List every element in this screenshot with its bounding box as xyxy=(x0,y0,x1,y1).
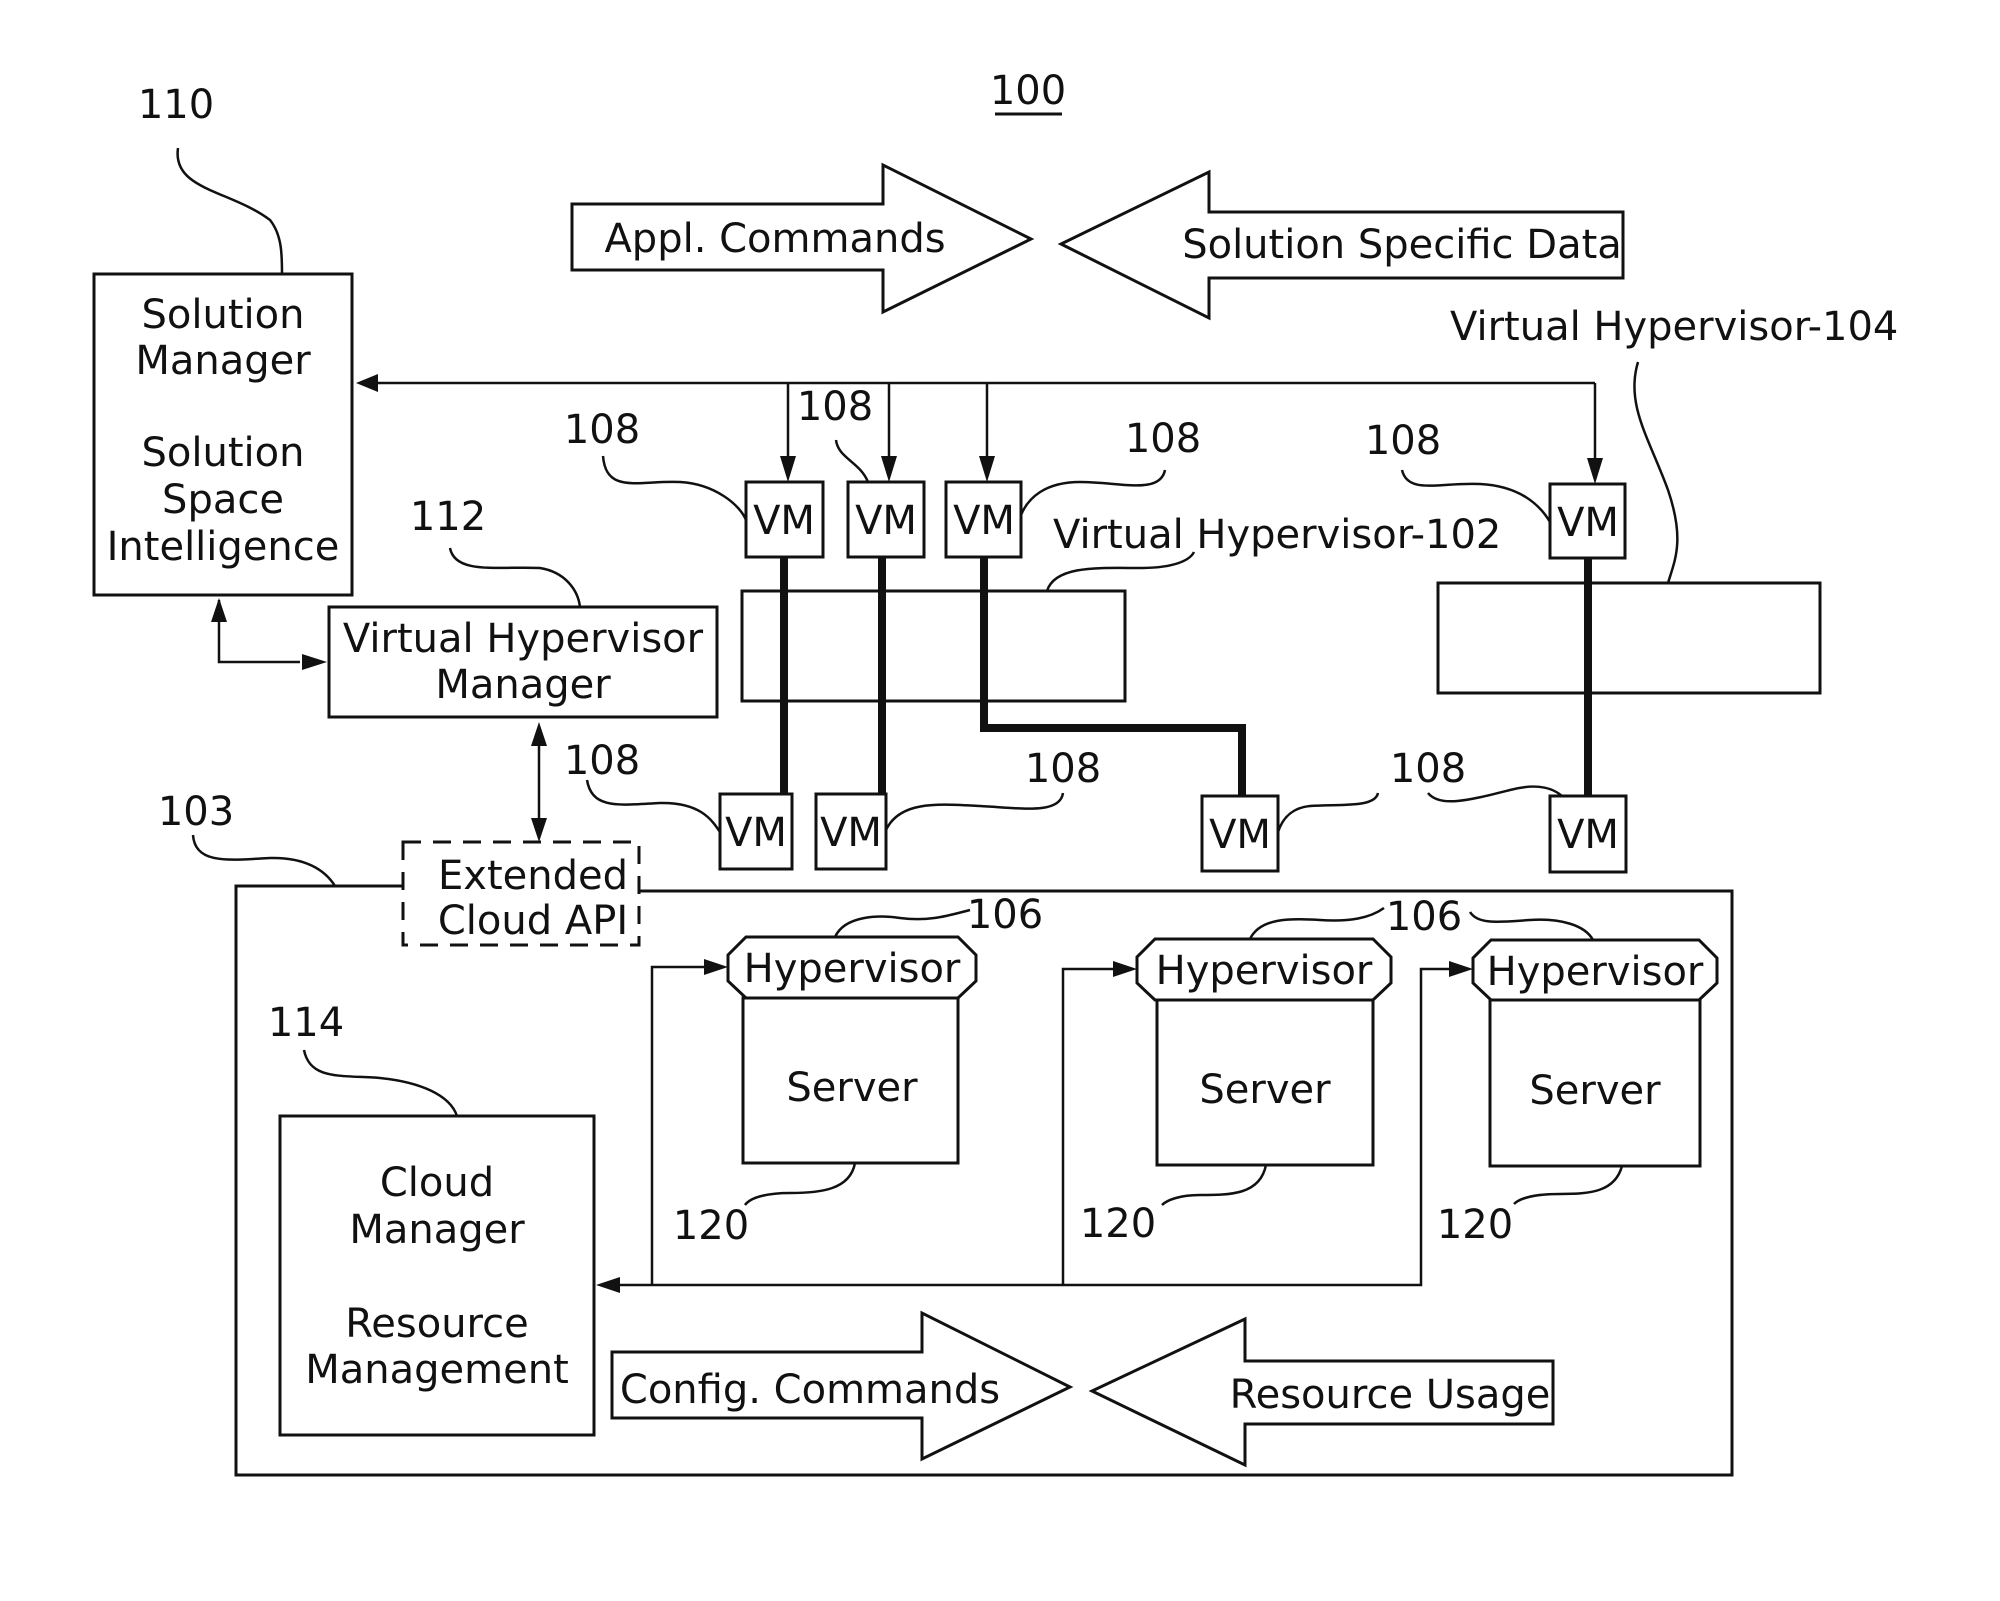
ref-108-upper-1: 108 xyxy=(564,407,640,453)
config-commands-label: Config. Commands xyxy=(620,1367,1000,1413)
ref-106-host-1: 106 xyxy=(967,892,1043,938)
arrowhead-drop-1 xyxy=(780,456,796,482)
leader-112 xyxy=(448,547,582,608)
leader-110 xyxy=(176,147,284,275)
figure-number: 100 xyxy=(990,68,1066,114)
virtual-hypervisor-104-box[interactable] xyxy=(1436,581,1822,695)
host-2[interactable]: Hypervisor Server xyxy=(1135,937,1393,1167)
vm-upper-3[interactable]: VM xyxy=(944,480,1023,559)
ref-103: 103 xyxy=(158,789,234,835)
arrowhead-to-api-down xyxy=(531,818,547,842)
leader-108-upper-3 xyxy=(1019,469,1167,516)
vm-label: VM xyxy=(1557,812,1619,858)
ref-108-upper-4: 108 xyxy=(1365,418,1441,464)
ref-112: 112 xyxy=(410,494,486,540)
leader-108-lower-3 xyxy=(1276,792,1380,833)
vh-manager-line1: Virtual Hypervisor xyxy=(343,616,704,662)
vm-label: VM xyxy=(725,810,787,856)
host-1[interactable]: Hypervisor Server xyxy=(726,935,978,1165)
vm-lower-4[interactable]: VM xyxy=(1548,794,1628,874)
solution-manager-line3: Solution xyxy=(142,430,305,476)
ref-120-host-1: 120 xyxy=(673,1203,749,1249)
solution-manager-line4: Space xyxy=(162,477,284,523)
leader-108-lower-1 xyxy=(585,779,722,833)
vh-manager-line2: Manager xyxy=(435,662,611,708)
cloud-manager-line1: Cloud xyxy=(380,1160,494,1206)
ref-110: 110 xyxy=(138,82,214,128)
solution-manager-line5: Intelligence xyxy=(107,524,340,570)
solution-manager-line2: Manager xyxy=(135,338,311,384)
vm-upper-1[interactable]: VM xyxy=(744,480,825,559)
hypervisor-label: Hypervisor xyxy=(1487,949,1704,995)
ref-108-lower-3: 108 xyxy=(1390,746,1466,792)
cloud-manager-line4: Management xyxy=(305,1347,569,1393)
server-label: Server xyxy=(1199,1067,1331,1113)
vm-lower-1[interactable]: VM xyxy=(718,792,794,871)
cloud-manager-line2: Manager xyxy=(349,1207,525,1253)
vm-label: VM xyxy=(1557,500,1619,546)
server-label: Server xyxy=(786,1065,918,1111)
vm-upper-4[interactable]: VM xyxy=(1548,482,1627,560)
arrow-to-solution-manager xyxy=(356,374,378,392)
architecture-diagram: 100 Appl. Commands Solution Specific Dat… xyxy=(92,68,1898,1477)
virtual-hypervisor-102-label: Virtual Hypervisor-102 xyxy=(1053,512,1501,558)
vm-label: VM xyxy=(1209,812,1271,858)
vm-lower-2[interactable]: VM xyxy=(814,792,888,871)
arrowhead-to-vhm xyxy=(302,654,327,670)
vm-label: VM xyxy=(753,498,815,544)
hypervisor-label: Hypervisor xyxy=(1156,948,1373,994)
server-label: Server xyxy=(1529,1068,1661,1114)
ref-108-upper-2: 108 xyxy=(797,384,873,430)
vm-lower-3[interactable]: VM xyxy=(1200,794,1280,873)
leader-103 xyxy=(191,834,337,887)
ref-120-host-3: 120 xyxy=(1437,1202,1513,1248)
arrowhead-to-vhm-up xyxy=(531,722,547,746)
arrowhead-drop-4 xyxy=(1587,458,1603,484)
ref-108-lower-1: 108 xyxy=(564,738,640,784)
vm-label: VM xyxy=(855,498,917,544)
extended-cloud-api-line1: Extended xyxy=(438,853,628,899)
solution-specific-data-label: Solution Specific Data xyxy=(1182,222,1622,268)
vm-upper-2[interactable]: VM xyxy=(846,480,926,559)
hypervisor-label: Hypervisor xyxy=(744,946,961,992)
virtual-hypervisor-102-box[interactable] xyxy=(740,589,1127,703)
resource-usage-label: Resource Usage xyxy=(1230,1372,1551,1418)
leader-108-upper-2 xyxy=(834,439,870,483)
cloud-manager-line3: Resource xyxy=(345,1301,528,1347)
arrowhead-drop-2 xyxy=(881,456,897,482)
vm-label: VM xyxy=(953,498,1015,544)
leader-vh-104 xyxy=(1633,361,1679,584)
leader-108-lower-2 xyxy=(884,792,1065,831)
arrowhead-to-sm xyxy=(211,598,227,622)
ref-108-upper-3: 108 xyxy=(1125,416,1201,462)
solution-manager-line1: Solution xyxy=(142,292,305,338)
virtual-hypervisor-104-label: Virtual Hypervisor-104 xyxy=(1450,304,1898,350)
vm-label: VM xyxy=(820,810,882,856)
leader-108-upper-1 xyxy=(601,455,748,521)
extended-cloud-api-line2: Cloud API xyxy=(438,898,628,944)
ref-114: 114 xyxy=(268,1000,344,1046)
ref-108-lower-2: 108 xyxy=(1025,746,1101,792)
appl-commands-label: Appl. Commands xyxy=(604,216,945,262)
arrowhead-drop-3 xyxy=(979,456,995,482)
sm-vhm-connector xyxy=(217,600,300,664)
ref-106-host-2: 106 xyxy=(1386,894,1462,940)
ref-120-host-2: 120 xyxy=(1080,1201,1156,1247)
host-3[interactable]: Hypervisor Server xyxy=(1471,938,1719,1168)
